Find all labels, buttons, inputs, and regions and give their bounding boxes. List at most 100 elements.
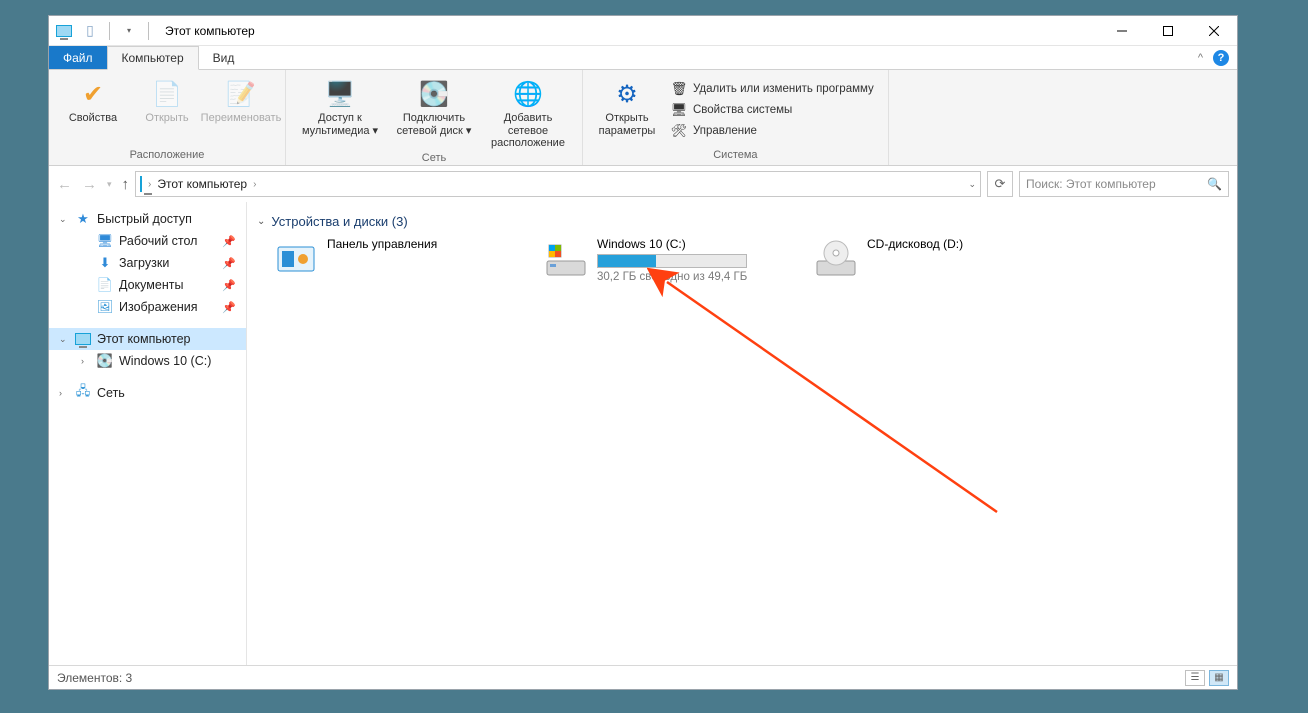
search-input[interactable]: Поиск: Этот компьютер 🔍 bbox=[1019, 171, 1229, 197]
star-icon: ★ bbox=[75, 211, 91, 227]
annotation-arrow bbox=[647, 262, 1017, 522]
nav-tree: ⌄ ★ Быстрый доступ 🖥 Рабочий стол📌 ⬇ Заг… bbox=[49, 202, 247, 665]
pc-icon bbox=[75, 331, 91, 347]
chevron-right-icon[interactable]: › bbox=[59, 388, 69, 398]
tree-desktop[interactable]: 🖥 Рабочий стол📌 bbox=[71, 230, 246, 252]
ribbon-group-location: ✔ Свойства 📄 Открыть 📝 Переименовать Рас… bbox=[49, 70, 286, 165]
chevron-down-icon[interactable]: ⌄ bbox=[59, 214, 69, 225]
checkmark-icon: ✔ bbox=[77, 78, 109, 110]
minimize-button[interactable] bbox=[1099, 16, 1145, 46]
tab-view[interactable]: Вид bbox=[199, 46, 249, 69]
maximize-button[interactable] bbox=[1145, 16, 1191, 46]
ribbon: ✔ Свойства 📄 Открыть 📝 Переименовать Рас… bbox=[49, 70, 1237, 166]
settings-gear-icon: ⚙ bbox=[611, 78, 643, 110]
minimize-icon bbox=[1117, 26, 1127, 36]
tab-file[interactable]: Файл bbox=[49, 46, 107, 69]
cd-drive-icon bbox=[815, 237, 857, 279]
map-drive-button[interactable]: 💽 Подключитьсетевой диск ▾ bbox=[390, 74, 478, 137]
drive-icon: 💽 bbox=[97, 353, 113, 369]
help-icon[interactable]: ? bbox=[1213, 50, 1229, 66]
maximize-icon bbox=[1163, 26, 1173, 36]
status-bar: Элементов: 3 ☰ ▦ bbox=[49, 665, 1237, 689]
control-panel-icon bbox=[275, 237, 317, 279]
tree-documents[interactable]: 📄 Документы📌 bbox=[71, 274, 246, 296]
pc-icon bbox=[53, 20, 75, 42]
separator bbox=[109, 22, 110, 40]
manage-icon: 🛠 bbox=[671, 123, 687, 139]
pin-icon: 📌 bbox=[222, 235, 236, 248]
view-tiles-button[interactable]: ▦ bbox=[1209, 670, 1229, 686]
uninstall-icon: 🗑 bbox=[671, 81, 687, 97]
globe-drive-icon: 🌐 bbox=[512, 78, 544, 110]
tree-pictures[interactable]: 🖼 Изображения📌 bbox=[71, 296, 246, 318]
back-button[interactable]: ← bbox=[57, 176, 72, 193]
tree-quick-access[interactable]: ⌄ ★ Быстрый доступ bbox=[49, 208, 246, 230]
ribbon-group-label: Система bbox=[713, 147, 757, 165]
nav-row: ← → ▾ ↑ › Этот компьютер › ⌄ ⟳ Поиск: Эт… bbox=[49, 166, 1237, 202]
group-header-devices[interactable]: ⌄ Устройства и диски (3) bbox=[257, 210, 1227, 237]
open-button[interactable]: 📄 Открыть bbox=[133, 74, 201, 125]
address-bar[interactable]: › Этот компьютер › ⌄ bbox=[135, 171, 981, 197]
properties-button[interactable]: ✔ Свойства bbox=[59, 74, 127, 125]
chevron-down-icon[interactable]: ⌄ bbox=[257, 216, 265, 227]
forward-button[interactable]: → bbox=[82, 176, 97, 193]
downloads-icon: ⬇ bbox=[97, 255, 113, 271]
documents-icon: 📄 bbox=[97, 277, 113, 293]
close-icon bbox=[1209, 26, 1219, 36]
pc-icon bbox=[140, 177, 142, 191]
rename-icon: 📝 bbox=[225, 78, 257, 110]
chevron-right-icon[interactable]: › bbox=[81, 356, 91, 366]
pc-icon: 🖥 bbox=[671, 102, 687, 118]
document-icon[interactable]: ▯ bbox=[79, 20, 101, 42]
capacity-bar bbox=[597, 254, 747, 268]
tile-label: Windows 10 (C:) bbox=[597, 237, 747, 251]
chevron-down-icon[interactable]: ⌄ bbox=[59, 334, 69, 345]
media-access-button[interactable]: 🖥️ Доступ кмультимедиа ▾ bbox=[296, 74, 384, 137]
media-server-icon: 🖥️ bbox=[324, 78, 356, 110]
view-details-button[interactable]: ☰ bbox=[1185, 670, 1205, 686]
pin-icon: 📌 bbox=[222, 279, 236, 292]
ribbon-group-label: Расположение bbox=[130, 147, 205, 165]
ribbon-tabs: Файл Компьютер Вид ^ ? bbox=[49, 46, 1237, 70]
network-icon: 🖧 bbox=[75, 385, 91, 401]
tree-this-pc[interactable]: ⌄ Этот компьютер bbox=[49, 328, 246, 350]
desktop-icon: 🖥 bbox=[97, 233, 113, 249]
ribbon-group-system: ⚙ Открытьпараметры 🗑 Удалить или изменит… bbox=[583, 70, 889, 165]
tile-label: Панель управления bbox=[327, 237, 437, 251]
uninstall-programs-button[interactable]: 🗑 Удалить или изменить программу bbox=[667, 80, 878, 98]
system-properties-button[interactable]: 🖥 Свойства системы bbox=[667, 101, 878, 119]
breadcrumb[interactable]: Этот компьютер bbox=[157, 177, 247, 191]
chevron-right-icon[interactable]: › bbox=[148, 179, 151, 190]
nav-arrows: ← → ▾ ↑ bbox=[57, 176, 129, 193]
refresh-button[interactable]: ⟳ bbox=[987, 171, 1013, 197]
address-dropdown-icon[interactable]: ⌄ bbox=[968, 179, 976, 190]
ribbon-collapse-icon[interactable]: ^ bbox=[1198, 52, 1203, 64]
separator bbox=[148, 22, 149, 40]
add-network-location-button[interactable]: 🌐 Добавить сетевоерасположение bbox=[484, 74, 572, 150]
pin-icon: 📌 bbox=[222, 257, 236, 270]
manage-button[interactable]: 🛠 Управление bbox=[667, 122, 878, 140]
pin-icon: 📌 bbox=[222, 301, 236, 314]
up-button[interactable]: ↑ bbox=[122, 176, 130, 193]
content-pane[interactable]: ⌄ Устройства и диски (3) Панель управлен… bbox=[247, 202, 1237, 665]
search-icon: 🔍 bbox=[1207, 177, 1222, 191]
capacity-text: 30,2 ГБ свободно из 49,4 ГБ bbox=[597, 271, 747, 283]
tab-computer[interactable]: Компьютер bbox=[107, 46, 199, 70]
tile-control-panel[interactable]: Панель управления bbox=[275, 237, 505, 283]
qat-dropdown-icon[interactable]: ▾ bbox=[118, 20, 140, 42]
status-item-count: Элементов: 3 bbox=[57, 671, 132, 685]
recent-dropdown-icon[interactable]: ▾ bbox=[107, 179, 112, 190]
chevron-right-icon[interactable]: › bbox=[253, 179, 256, 190]
titlebar: ▯ ▾ Этот компьютер bbox=[49, 16, 1237, 46]
rename-button[interactable]: 📝 Переименовать bbox=[207, 74, 275, 125]
tile-drive-d[interactable]: CD-дисковод (D:) bbox=[815, 237, 1045, 283]
open-icon: 📄 bbox=[151, 78, 183, 110]
open-settings-button[interactable]: ⚙ Открытьпараметры bbox=[593, 74, 661, 137]
tree-drive-c[interactable]: › 💽 Windows 10 (C:) bbox=[71, 350, 246, 372]
tree-downloads[interactable]: ⬇ Загрузки📌 bbox=[71, 252, 246, 274]
quick-access-toolbar: ▯ ▾ bbox=[49, 20, 157, 42]
tile-drive-c[interactable]: Windows 10 (C:) 30,2 ГБ свободно из 49,4… bbox=[545, 237, 775, 283]
close-button[interactable] bbox=[1191, 16, 1237, 46]
tree-network[interactable]: › 🖧 Сеть bbox=[49, 382, 246, 404]
explorer-window: ▯ ▾ Этот компьютер Файл Компьютер Вид ^ … bbox=[48, 15, 1238, 690]
